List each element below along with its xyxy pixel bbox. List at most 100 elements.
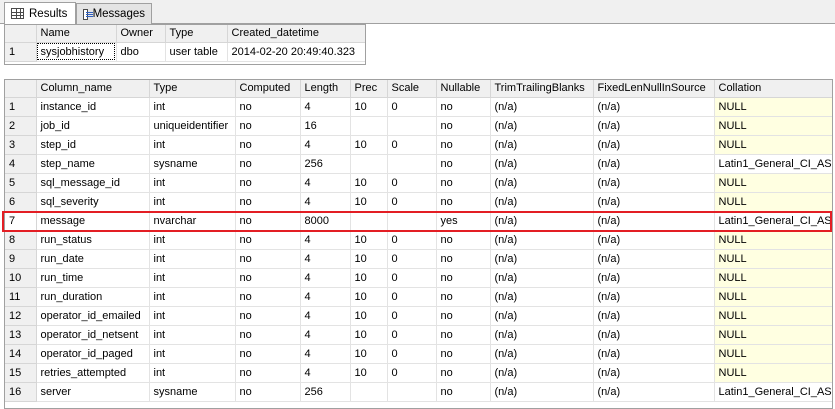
cell-column-name[interactable]: run_duration [36,287,150,307]
cell-length[interactable]: 4 [300,306,351,326]
cell-scale[interactable]: 0 [387,363,437,383]
cell-scale[interactable] [387,154,437,174]
cell-collation[interactable]: NULL [714,325,832,345]
cell-trimtrailingblanks[interactable]: (n/a) [490,249,594,269]
cell-fixedlennullinsource[interactable]: (n/a) [593,287,715,307]
column-header-fixedlennullinsource[interactable]: FixedLenNullInSource [593,80,715,98]
cell-length[interactable]: 8000 [300,211,351,231]
cell-prec[interactable]: 10 [350,173,388,193]
table-row[interactable]: 13 operator_id_netsent int no 4 10 0 no (n/a) (n/… [5,325,832,345]
cell-column-name[interactable]: sql_message_id [36,173,150,193]
cell-prec[interactable] [350,154,388,174]
cell-nullable[interactable]: no [436,344,491,364]
cell-scale[interactable]: 0 [387,192,437,212]
cell-column-name[interactable]: job_id [36,116,150,136]
cell-column-name[interactable]: operator_id_emailed [36,306,150,326]
cell-length[interactable]: 4 [300,135,351,155]
cell-computed[interactable]: no [235,135,301,155]
cell-trimtrailingblanks[interactable]: (n/a) [490,192,594,212]
table-row[interactable]: 6 sql_severity int no 4 10 0 no (n/a) (n/a) NULL [5,192,832,212]
cell-prec[interactable]: 10 [350,192,388,212]
cell-computed[interactable]: no [235,116,301,136]
cell-type[interactable]: uniqueidentifier [149,116,236,136]
cell-nullable[interactable]: no [436,325,491,345]
cell-computed[interactable]: no [235,97,301,117]
cell-fixedlennullinsource[interactable]: (n/a) [593,382,715,402]
cell-type[interactable]: int [149,249,236,269]
cell-computed[interactable]: no [235,230,301,250]
column-header-computed[interactable]: Computed [235,80,301,98]
cell-collation[interactable]: NULL [714,344,832,364]
row-number[interactable]: 11 [5,287,37,307]
cell-scale[interactable] [387,211,437,231]
cell-type[interactable]: int [149,173,236,193]
cell-type[interactable]: int [149,287,236,307]
table-info-grid[interactable]: Name Owner Type Created_datetime 1 sysjobhis… [4,24,366,65]
cell-nullable[interactable]: no [436,287,491,307]
column-header-type[interactable]: Type [165,25,228,43]
cell-fixedlennullinsource[interactable]: (n/a) [593,97,715,117]
cell-length[interactable]: 4 [300,173,351,193]
cell-nullable[interactable]: no [436,249,491,269]
row-number[interactable]: 16 [5,382,37,402]
cell-collation[interactable]: NULL [714,192,832,212]
cell-column-name[interactable]: instance_id [36,97,150,117]
column-header-length[interactable]: Length [300,80,351,98]
column-header-prec[interactable]: Prec [350,80,388,98]
cell-computed[interactable]: no [235,325,301,345]
cell-type[interactable]: int [149,268,236,288]
cell-prec[interactable]: 10 [350,268,388,288]
cell-collation[interactable]: NULL [714,230,832,250]
column-header-nullable[interactable]: Nullable [436,80,491,98]
columns-grid[interactable]: Column_name Type Computed Length Prec Scale Nu… [4,79,833,409]
cell-nullable[interactable]: no [436,306,491,326]
cell-nullable[interactable]: yes [436,211,491,231]
cell-type[interactable]: int [149,306,236,326]
cell-trimtrailingblanks[interactable]: (n/a) [490,211,594,231]
cell-computed[interactable]: no [235,306,301,326]
row-number[interactable]: 5 [5,173,37,193]
cell-scale[interactable]: 0 [387,344,437,364]
cell-scale[interactable]: 0 [387,287,437,307]
cell-collation[interactable]: NULL [714,268,832,288]
table-row[interactable]: 11 run_duration int no 4 10 0 no (n/a) (n/a) NULL [5,287,832,307]
cell-prec[interactable] [350,116,388,136]
cell-prec[interactable]: 10 [350,97,388,117]
cell-fixedlennullinsource[interactable]: (n/a) [593,173,715,193]
cell-column-name[interactable]: operator_id_netsent [36,325,150,345]
cell-type[interactable]: int [149,97,236,117]
cell-trimtrailingblanks[interactable]: (n/a) [490,344,594,364]
tab-results[interactable]: Results [4,2,76,24]
cell-nullable[interactable]: no [436,363,491,383]
cell-nullable[interactable]: no [436,173,491,193]
cell-column-name[interactable]: retries_attempted [36,363,150,383]
cell-scale[interactable]: 0 [387,173,437,193]
cell-trimtrailingblanks[interactable]: (n/a) [490,173,594,193]
row-number[interactable]: 6 [5,192,37,212]
row-number[interactable]: 1 [5,42,37,62]
cell-length[interactable]: 4 [300,192,351,212]
cell-collation[interactable]: NULL [714,135,832,155]
cell-collation[interactable]: NULL [714,306,832,326]
row-number[interactable]: 13 [5,325,37,345]
cell-fixedlennullinsource[interactable]: (n/a) [593,230,715,250]
row-number[interactable]: 2 [5,116,37,136]
cell-prec[interactable]: 10 [350,287,388,307]
table-row[interactable]: 5 sql_message_id int no 4 10 0 no (n/a) (n/a) NULL [5,173,832,193]
cell-trimtrailingblanks[interactable]: (n/a) [490,135,594,155]
cell-scale[interactable] [387,382,437,402]
table-row[interactable]: 1 sysjobhistory dbo user table 2014-02-20 20… [5,42,365,62]
cell-length[interactable]: 4 [300,249,351,269]
cell-column-name[interactable]: run_status [36,230,150,250]
cell-computed[interactable]: no [235,344,301,364]
cell-collation[interactable]: Latin1_General_CI_AS [714,154,832,174]
cell-column-name[interactable]: message [36,211,150,231]
table-row[interactable]: 8 run_status int no 4 10 0 no (n/a) (n/a) NULL [5,230,832,250]
cell-length[interactable]: 4 [300,97,351,117]
row-number[interactable]: 14 [5,344,37,364]
cell-type[interactable]: int [149,363,236,383]
cell-prec[interactable]: 10 [350,306,388,326]
cell-column-name[interactable]: step_name [36,154,150,174]
table-row[interactable]: 1 instance_id int no 4 10 0 no (n/a) (n/a) NULL [5,97,832,117]
column-header-column-name[interactable]: Column_name [36,80,150,98]
